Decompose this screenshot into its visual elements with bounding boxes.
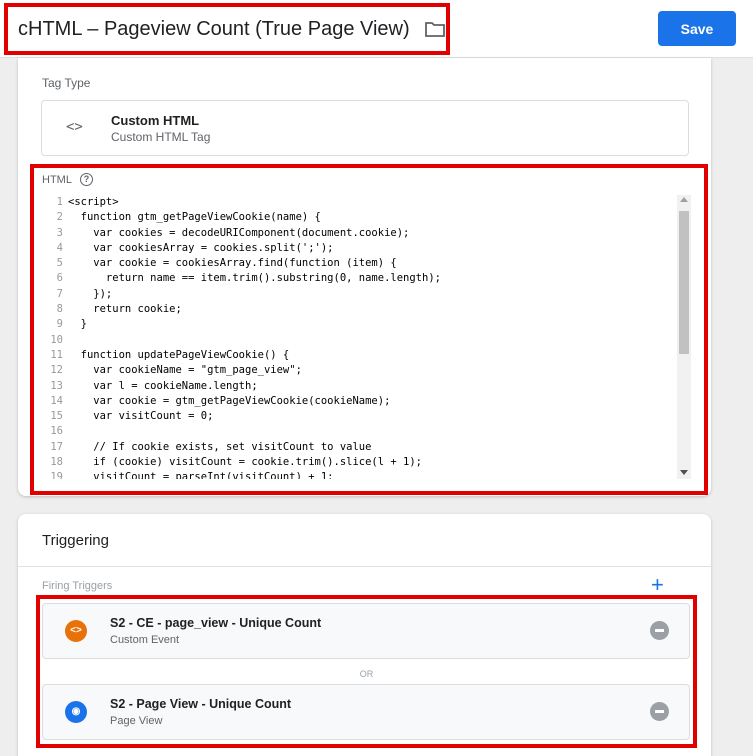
tag-type-label: Tag Type bbox=[42, 76, 91, 90]
code-text: var cookiesArray = cookies.split(';'); bbox=[68, 241, 334, 254]
code-line: 16 bbox=[44, 424, 677, 439]
code-line: 3 var cookies = decodeURIComponent(docum… bbox=[44, 226, 677, 241]
firing-triggers-label: Firing Triggers bbox=[42, 580, 113, 592]
tag-title[interactable]: cHTML – Pageview Count (True Page View) bbox=[18, 18, 410, 41]
editor-header: cHTML – Pageview Count (True Page View) … bbox=[0, 0, 753, 58]
tag-type-subtitle: Custom HTML Tag bbox=[111, 130, 211, 144]
code-line: 19 visitCount = parseInt(visitCount) + 1… bbox=[44, 470, 677, 479]
editor-scrollbar[interactable] bbox=[677, 195, 691, 479]
code-text: // If cookie exists, set visitCount to v… bbox=[68, 440, 372, 453]
tag-configuration-card: Tag Type <> Custom HTML Custom HTML Tag … bbox=[18, 58, 711, 496]
remove-trigger-icon[interactable] bbox=[650, 702, 669, 721]
line-number: 7 bbox=[56, 287, 63, 300]
code-line: 4 var cookiesArray = cookies.split(';'); bbox=[44, 241, 677, 256]
code-text: var cookies = decodeURIComponent(documen… bbox=[68, 226, 410, 239]
code-line: 11 function updatePageViewCookie() { bbox=[44, 348, 677, 363]
code-text: visitCount = parseInt(visitCount) + 1; bbox=[68, 471, 334, 479]
line-number: 4 bbox=[56, 241, 63, 254]
tag-type-name: Custom HTML bbox=[111, 113, 200, 128]
code-line: 5 var cookie = cookiesArray.find(functio… bbox=[44, 256, 677, 271]
html-label: HTML ? bbox=[42, 173, 93, 186]
tag-type-selector[interactable]: <> Custom HTML Custom HTML Tag bbox=[41, 100, 689, 156]
triggering-card: Triggering Firing Triggers + <> S2 - CE … bbox=[18, 514, 711, 756]
code-line: 2 function gtm_getPageViewCookie(name) { bbox=[44, 210, 677, 225]
line-number: 3 bbox=[56, 226, 63, 239]
code-text: return name == item.trim().substring(0, … bbox=[68, 272, 441, 285]
line-number: 12 bbox=[50, 364, 63, 377]
page-view-eye-icon: ◉ bbox=[65, 701, 87, 723]
code-line: 13 var l = cookieName.length; bbox=[44, 379, 677, 394]
code-text: function updatePageViewCookie() { bbox=[68, 348, 290, 361]
line-number: 11 bbox=[50, 348, 63, 361]
code-line: 8 return cookie; bbox=[44, 302, 677, 317]
code-line: 6 return name == item.trim().substring(0… bbox=[44, 271, 677, 286]
or-separator: OR bbox=[359, 669, 374, 679]
code-line: 15 var visitCount = 0; bbox=[44, 409, 677, 424]
line-number: 18 bbox=[50, 456, 63, 469]
code-text: var cookieName = "gtm_page_view"; bbox=[68, 364, 302, 377]
html-section: HTML ? 1 <script> 2 function gtm_getPageVi… bbox=[30, 164, 708, 495]
custom-event-icon: <> bbox=[65, 620, 87, 642]
firing-triggers-list: <> S2 - CE - page_view - Unique Count Cu… bbox=[36, 595, 697, 748]
help-icon[interactable]: ? bbox=[79, 173, 93, 186]
code-text: } bbox=[68, 318, 87, 331]
code-text: var visitCount = 0; bbox=[68, 410, 214, 423]
code-line: 12 var cookieName = "gtm_page_view"; bbox=[44, 363, 677, 378]
add-trigger-button[interactable]: + bbox=[651, 574, 664, 596]
trigger-item[interactable]: ◉ S2 - Page View - Unique Count Page Vie… bbox=[42, 684, 690, 740]
line-number: 2 bbox=[56, 211, 63, 224]
line-number: 19 bbox=[50, 471, 63, 479]
code-line: 1 <script> bbox=[44, 195, 677, 210]
trigger-item[interactable]: <> S2 - CE - page_view - Unique Count Cu… bbox=[42, 603, 690, 659]
line-number: 15 bbox=[50, 410, 63, 423]
code-line: 9 } bbox=[44, 317, 677, 332]
divider bbox=[18, 566, 711, 567]
scroll-thumb[interactable] bbox=[679, 211, 689, 354]
code-text: <script> bbox=[68, 196, 119, 208]
code-icon: <> bbox=[66, 119, 83, 135]
code-text: var cookie = gtm_getPageViewCookie(cooki… bbox=[68, 394, 391, 407]
scroll-up-arrow-icon[interactable] bbox=[680, 197, 688, 202]
folder-icon[interactable] bbox=[424, 20, 446, 38]
line-number: 8 bbox=[56, 303, 63, 316]
code-line: 18 if (cookie) visitCount = cookie.trim(… bbox=[44, 455, 677, 470]
line-number: 10 bbox=[50, 333, 63, 346]
line-number: 16 bbox=[50, 425, 63, 438]
code-line: 17 // If cookie exists, set visitCount t… bbox=[44, 440, 677, 455]
html-label-text: HTML bbox=[42, 173, 72, 186]
code-text: function gtm_getPageViewCookie(name) { bbox=[68, 211, 321, 224]
code-line: 10 bbox=[44, 333, 677, 348]
remove-trigger-icon[interactable] bbox=[650, 621, 669, 640]
code-line: 7 }); bbox=[44, 287, 677, 302]
trigger-name: S2 - Page View - Unique Count bbox=[110, 697, 292, 711]
code-text: var cookie = cookiesArray.find(function … bbox=[68, 257, 397, 270]
line-number: 5 bbox=[56, 257, 63, 270]
triggering-title: Triggering bbox=[42, 532, 109, 549]
code-text: return cookie; bbox=[68, 303, 182, 316]
code-line: 14 var cookie = gtm_getPageViewCookie(co… bbox=[44, 394, 677, 409]
line-number: 17 bbox=[50, 440, 63, 453]
code-text: if (cookie) visitCount = cookie.trim().s… bbox=[68, 456, 423, 469]
line-number: 1 bbox=[56, 196, 63, 208]
code-text: }); bbox=[68, 287, 113, 300]
trigger-name: S2 - CE - page_view - Unique Count bbox=[110, 616, 322, 630]
line-number: 6 bbox=[56, 272, 63, 285]
code-text: var l = cookieName.length; bbox=[68, 379, 258, 392]
scroll-down-arrow-icon[interactable] bbox=[680, 470, 688, 475]
trigger-type: Page View bbox=[110, 715, 163, 727]
line-number: 13 bbox=[50, 379, 63, 392]
code-editor[interactable]: 1 <script> 2 function gtm_getPageViewCooki… bbox=[44, 195, 677, 479]
tag-title-container: cHTML – Pageview Count (True Page View) bbox=[4, 3, 450, 55]
trigger-type: Custom Event bbox=[110, 634, 180, 646]
line-number: 14 bbox=[50, 394, 63, 407]
save-button[interactable]: Save bbox=[658, 11, 736, 46]
line-number: 9 bbox=[56, 318, 63, 331]
